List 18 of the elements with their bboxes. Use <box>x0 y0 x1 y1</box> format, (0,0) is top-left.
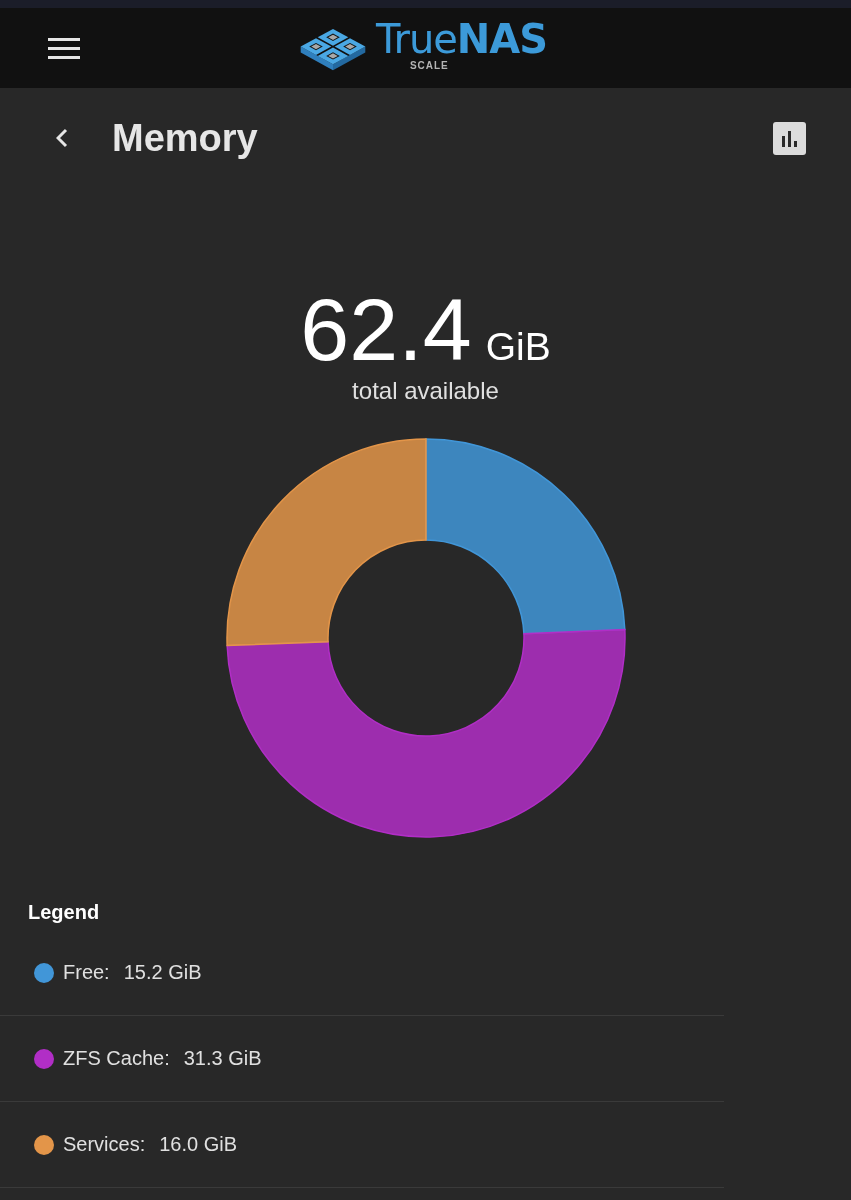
page-title: Memory <box>112 116 258 160</box>
total-memory-caption: total available <box>352 377 499 405</box>
total-memory-unit: GiB <box>485 327 551 367</box>
legend-value: 15.2 GiB <box>123 961 202 984</box>
bar-chart-icon <box>773 121 806 155</box>
edition-label: SCALE <box>409 60 449 71</box>
legend-title: Legend <box>28 900 100 924</box>
legend-value: 16.0 GiB <box>159 1133 238 1156</box>
menu-button[interactable] <box>48 38 80 59</box>
chevron-left-icon <box>56 128 68 148</box>
legend-label: Services: <box>63 1133 146 1156</box>
legend-label: Free: <box>63 961 110 984</box>
legend-label: ZFS Cache: <box>63 1047 170 1070</box>
reports-button[interactable] <box>773 121 806 155</box>
menu-icon <box>48 38 80 59</box>
total-memory-value: 62.4 <box>300 286 472 374</box>
legend-value: 31.3 GiB <box>183 1047 262 1070</box>
logo-text: TrueNAS <box>375 18 548 60</box>
